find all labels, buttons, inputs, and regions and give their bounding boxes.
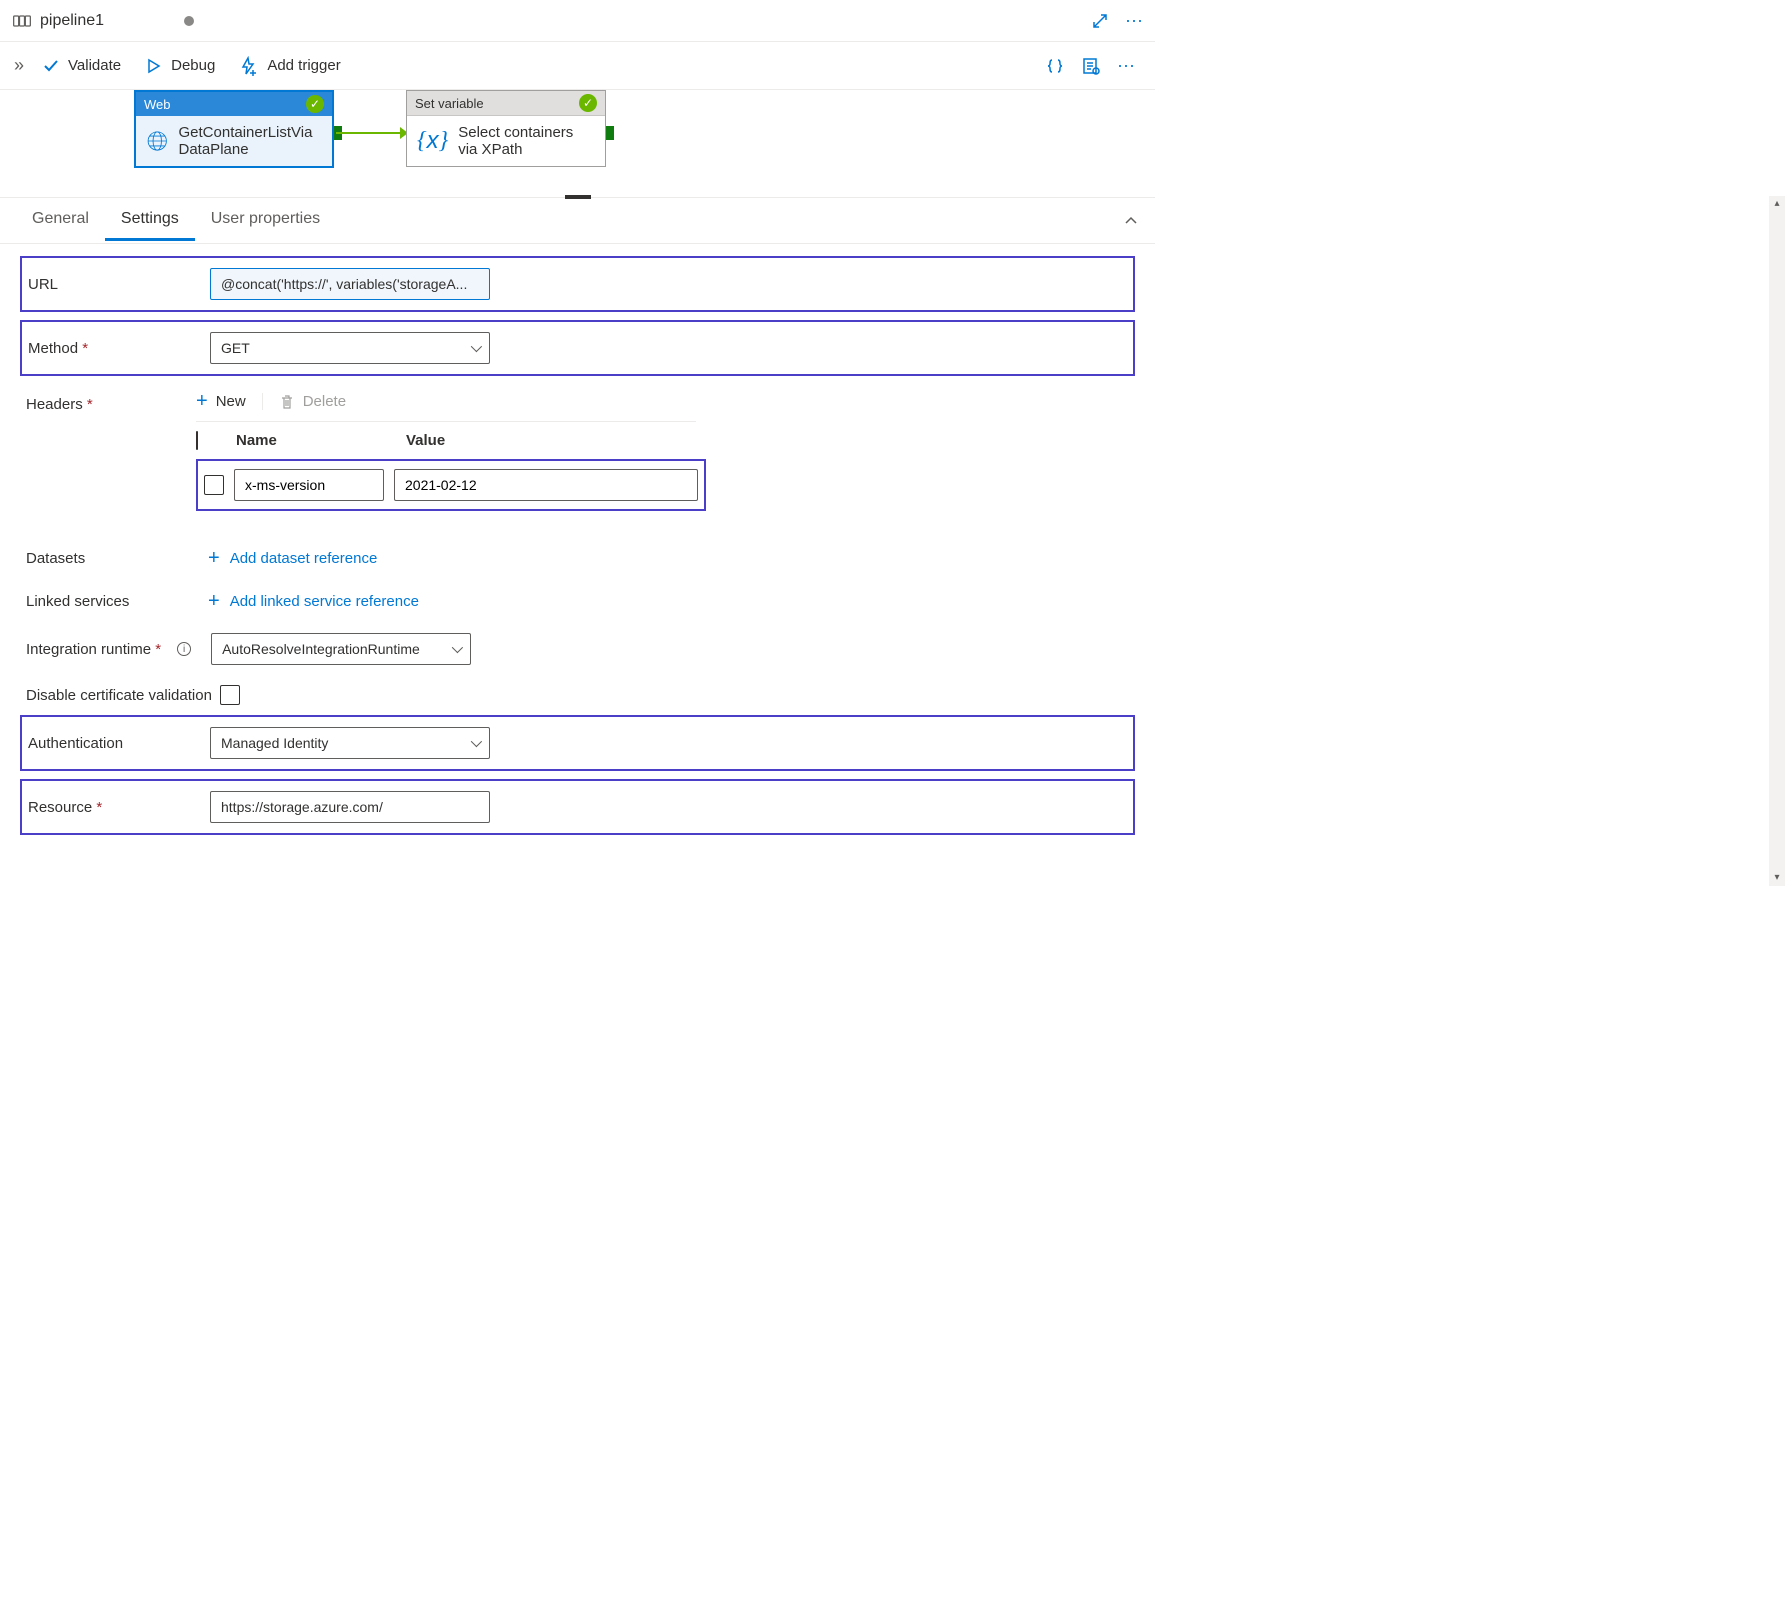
lightning-plus-icon xyxy=(239,56,259,76)
method-row: Method GET xyxy=(20,320,1135,376)
datasets-row: Datasets + Add dataset reference xyxy=(20,537,1135,580)
web-activity-header: Web ✓ xyxy=(136,92,332,116)
resource-label: Resource xyxy=(28,799,198,816)
header-value-col: Value xyxy=(406,432,1129,449)
pipeline-icon xyxy=(12,11,32,31)
settings-panel: URL @concat('https://', variables('stora… xyxy=(0,244,1155,934)
debug-label: Debug xyxy=(171,57,215,74)
datasets-label: Datasets xyxy=(26,550,196,567)
authentication-label: Authentication xyxy=(28,735,198,752)
pipeline-toolbar: » Validate Debug Add trigger ··· xyxy=(0,42,1155,90)
add-trigger-label: Add trigger xyxy=(267,57,340,74)
debug-button[interactable]: Debug xyxy=(133,51,227,81)
header-row xyxy=(196,459,706,511)
integration-runtime-row: Integration runtime i AutoResolveIntegra… xyxy=(20,623,1135,675)
tab-general[interactable]: General xyxy=(16,200,105,241)
header-name-col: Name xyxy=(236,432,406,449)
success-check-icon: ✓ xyxy=(306,95,324,113)
plus-icon: + xyxy=(208,590,220,613)
add-trigger-button[interactable]: Add trigger xyxy=(227,50,352,82)
pipeline-title: pipeline1 xyxy=(40,12,104,30)
connector-line xyxy=(336,132,406,134)
web-activity-type-label: Web xyxy=(144,97,171,112)
url-label: URL xyxy=(28,276,198,293)
connector-output-stub[interactable] xyxy=(606,126,614,140)
validate-label: Validate xyxy=(68,57,121,74)
disable-cert-label: Disable certificate validation xyxy=(26,687,212,704)
add-linked-service-label: Add linked service reference xyxy=(230,593,419,610)
tab-settings[interactable]: Settings xyxy=(105,200,195,241)
globe-icon xyxy=(146,125,169,157)
scroll-down-icon[interactable]: ▾ xyxy=(1769,870,1785,886)
web-activity-name: GetContainerListViaDataPlane xyxy=(179,124,323,158)
chevron-down-icon xyxy=(452,642,463,653)
modified-indicator-icon xyxy=(184,16,194,26)
authentication-value: Managed Identity xyxy=(221,735,328,751)
disable-cert-checkbox[interactable] xyxy=(220,685,240,705)
url-input-value: @concat('https://', variables('storageA.… xyxy=(221,276,467,292)
web-activity[interactable]: Web ✓ GetContainerListViaDataPlane xyxy=(134,90,334,168)
integration-runtime-value: AutoResolveIntegrationRuntime xyxy=(222,641,420,657)
chevron-down-icon xyxy=(471,341,482,352)
plus-icon: + xyxy=(208,547,220,570)
chevron-down-icon xyxy=(471,736,482,747)
trash-icon xyxy=(279,394,295,410)
info-icon[interactable]: i xyxy=(177,642,191,656)
method-label: Method xyxy=(28,340,198,357)
add-linked-service-button[interactable]: + Add linked service reference xyxy=(208,590,419,613)
properties-panel-tabs: General Settings User properties xyxy=(0,198,1155,244)
new-header-label: New xyxy=(216,393,246,410)
pipeline-canvas[interactable]: Web ✓ GetContainerListViaDataPlane Set v… xyxy=(0,90,1155,198)
setvar-activity-type-label: Set variable xyxy=(415,96,484,111)
code-braces-icon[interactable] xyxy=(1045,56,1065,76)
delete-header-label: Delete xyxy=(303,393,346,410)
integration-runtime-label: Integration runtime xyxy=(26,641,161,658)
tab-user-properties[interactable]: User properties xyxy=(195,200,336,241)
add-dataset-button[interactable]: + Add dataset reference xyxy=(208,547,377,570)
properties-icon[interactable] xyxy=(1081,56,1101,76)
delete-header-button: Delete xyxy=(262,393,346,410)
expand-icon[interactable] xyxy=(1091,12,1109,30)
add-dataset-label: Add dataset reference xyxy=(230,550,378,567)
checkmark-icon xyxy=(42,57,60,75)
authentication-row: Authentication Managed Identity xyxy=(20,715,1135,771)
method-value: GET xyxy=(221,340,250,356)
authentication-select[interactable]: Managed Identity xyxy=(210,727,490,759)
validate-button[interactable]: Validate xyxy=(30,51,133,81)
header-row-checkbox[interactable] xyxy=(204,475,224,495)
toolbar-more-icon[interactable]: ··· xyxy=(1117,55,1135,76)
variable-x-icon: {x} xyxy=(417,127,448,155)
disable-cert-row: Disable certificate validation xyxy=(20,675,1135,715)
play-icon xyxy=(145,57,163,75)
headers-label: Headers xyxy=(26,390,196,413)
plus-icon: + xyxy=(196,390,208,413)
integration-runtime-select[interactable]: AutoResolveIntegrationRuntime xyxy=(211,633,471,665)
linked-services-row: Linked services + Add linked service ref… xyxy=(20,580,1135,623)
url-input[interactable]: @concat('https://', variables('storageA.… xyxy=(210,268,490,300)
scroll-up-icon[interactable]: ▴ xyxy=(1769,196,1785,212)
panel-drag-handle[interactable] xyxy=(565,195,591,199)
resource-row: Resource xyxy=(20,779,1135,835)
setvar-activity-name: Select containers via XPath xyxy=(458,124,595,158)
collapse-panel-icon[interactable] xyxy=(1123,213,1139,229)
linked-services-label: Linked services xyxy=(26,593,196,610)
more-icon[interactable]: ··· xyxy=(1125,10,1143,31)
method-select[interactable]: GET xyxy=(210,332,490,364)
setvar-activity-header: Set variable ✓ xyxy=(407,91,605,116)
url-row: URL @concat('https://', variables('stora… xyxy=(20,256,1135,312)
new-header-button[interactable]: + New xyxy=(196,390,246,413)
resource-input[interactable] xyxy=(210,791,490,823)
set-variable-activity[interactable]: Set variable ✓ {x} Select containers via… xyxy=(406,90,606,167)
header-name-input[interactable] xyxy=(234,469,384,501)
vertical-scrollbar[interactable]: ▴ ▾ xyxy=(1769,196,1785,886)
pipeline-tab-header: pipeline1 ··· xyxy=(0,0,1155,42)
success-check-icon: ✓ xyxy=(579,94,597,112)
select-all-checkbox[interactable] xyxy=(196,431,198,450)
header-value-input[interactable] xyxy=(394,469,698,501)
expand-sidebar-button[interactable]: » xyxy=(8,55,30,76)
